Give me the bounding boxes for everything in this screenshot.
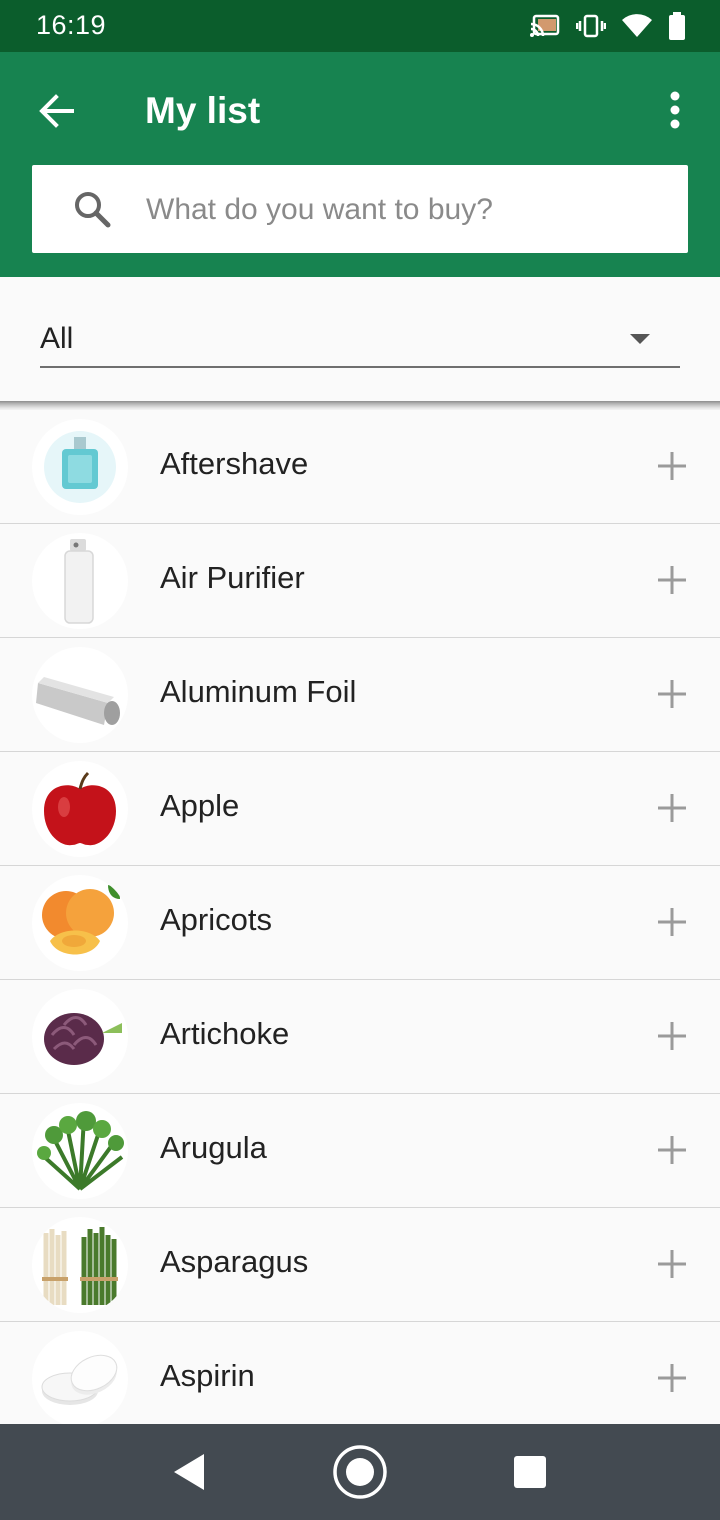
page-title: My list bbox=[145, 90, 261, 131]
add-icon[interactable] bbox=[654, 904, 690, 940]
aftershave-image bbox=[32, 419, 128, 515]
list-item[interactable]: Aluminum Foil bbox=[0, 638, 720, 752]
system-nav-bar bbox=[0, 1424, 720, 1520]
status-bar: 16:19 bbox=[0, 0, 720, 52]
list-item[interactable]: Aspirin bbox=[0, 1322, 720, 1436]
list-item[interactable]: Air Purifier bbox=[0, 524, 720, 638]
add-icon[interactable] bbox=[654, 448, 690, 484]
status-icons bbox=[530, 12, 686, 40]
add-icon[interactable] bbox=[654, 1018, 690, 1054]
apple-image bbox=[32, 761, 128, 857]
category-dropdown-value: All bbox=[40, 322, 74, 355]
item-label: Apricots bbox=[160, 902, 272, 937]
nav-recents-icon[interactable] bbox=[514, 1456, 546, 1488]
add-icon[interactable] bbox=[654, 676, 690, 712]
arrow-left-icon bbox=[39, 94, 74, 128]
more-vert-icon bbox=[670, 91, 680, 129]
overflow-menu-button[interactable] bbox=[660, 88, 690, 134]
item-label: Arugula bbox=[160, 1130, 267, 1165]
nav-back-icon[interactable] bbox=[170, 1450, 210, 1494]
category-dropdown[interactable]: All bbox=[40, 308, 680, 368]
item-label: Apple bbox=[160, 788, 240, 823]
status-time: 16:19 bbox=[36, 10, 107, 40]
artichoke-image bbox=[32, 989, 128, 1085]
nav-home-icon[interactable] bbox=[331, 1443, 389, 1501]
add-icon[interactable] bbox=[654, 562, 690, 598]
list-item[interactable]: Arugula bbox=[0, 1094, 720, 1208]
search-input[interactable] bbox=[144, 165, 668, 255]
battery-icon bbox=[669, 12, 685, 40]
item-label: Aftershave bbox=[160, 446, 309, 481]
aluminum-foil-image bbox=[32, 647, 128, 743]
add-icon[interactable] bbox=[654, 1132, 690, 1168]
list-item[interactable]: Aftershave bbox=[0, 410, 720, 524]
list-item[interactable]: Apricots bbox=[0, 866, 720, 980]
item-list: Aftershave Air Purifier Aluminum Foil Ap… bbox=[0, 410, 720, 1436]
item-label: Artichoke bbox=[160, 1016, 290, 1051]
add-icon[interactable] bbox=[654, 790, 690, 826]
add-icon[interactable] bbox=[654, 1360, 690, 1396]
item-label: Aspirin bbox=[160, 1358, 255, 1393]
add-icon[interactable] bbox=[654, 1246, 690, 1282]
list-item[interactable]: Apple bbox=[0, 752, 720, 866]
air-purifier-image bbox=[32, 533, 128, 629]
wifi-icon bbox=[622, 14, 652, 37]
app-bar: My list bbox=[0, 52, 720, 277]
search-box bbox=[32, 165, 688, 255]
list-item[interactable]: Asparagus bbox=[0, 1208, 720, 1322]
vibrate-icon bbox=[576, 14, 606, 38]
arugula-image bbox=[32, 1103, 128, 1199]
item-label: Air Purifier bbox=[160, 560, 305, 595]
search-icon bbox=[75, 192, 111, 228]
apricots-image bbox=[32, 875, 128, 971]
item-label: Asparagus bbox=[160, 1244, 309, 1279]
cast-icon bbox=[530, 14, 560, 37]
back-button[interactable] bbox=[34, 88, 80, 134]
dropdown-arrow-icon bbox=[630, 334, 650, 344]
aspirin-image bbox=[32, 1331, 128, 1427]
item-label: Aluminum Foil bbox=[160, 674, 357, 709]
asparagus-image bbox=[32, 1217, 128, 1313]
list-item[interactable]: Artichoke bbox=[0, 980, 720, 1094]
